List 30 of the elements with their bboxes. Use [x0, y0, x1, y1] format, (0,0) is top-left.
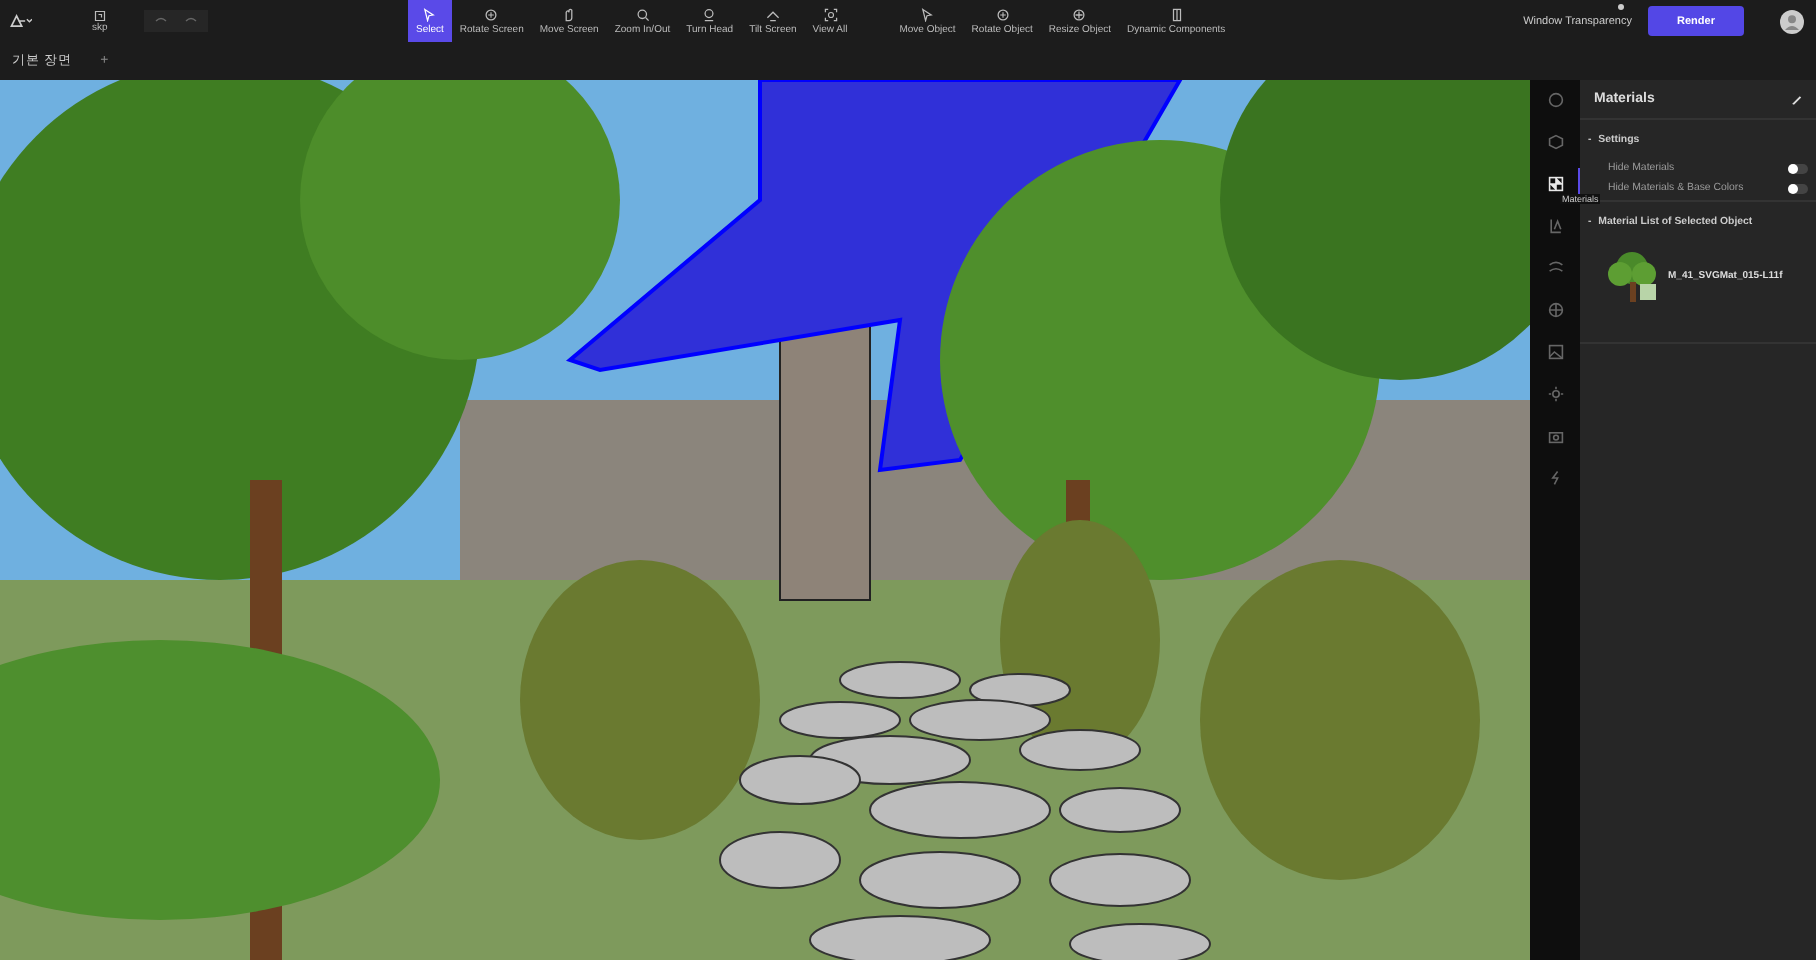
fit-view-icon: [823, 7, 837, 21]
text-icon[interactable]: [1547, 218, 1563, 234]
tilt-icon: [765, 7, 780, 21]
crosshair-icon: [1072, 7, 1087, 21]
globe-icon[interactable]: [1547, 302, 1563, 318]
head-icon: [702, 7, 717, 21]
camera-icon[interactable]: [1547, 428, 1563, 444]
hand-icon: [562, 7, 577, 21]
slider-handle[interactable]: [1618, 3, 1624, 9]
circle-icon[interactable]: [1547, 92, 1563, 108]
sun-icon[interactable]: [1547, 386, 1563, 402]
redo-icon[interactable]: [183, 16, 198, 26]
undo-icon[interactable]: [153, 16, 168, 26]
search-icon: [635, 7, 650, 21]
pencil-icon[interactable]: [1790, 92, 1804, 106]
checker-icon[interactable]: [1547, 176, 1563, 192]
cube-icon[interactable]: [1547, 134, 1563, 150]
toggle-switch[interactable]: [1788, 163, 1808, 173]
file-icon: [93, 9, 106, 21]
wave-icon[interactable]: [1547, 260, 1563, 276]
avatar-icon[interactable]: [1780, 9, 1804, 33]
bolt-icon[interactable]: [1547, 470, 1563, 486]
component-icon: [1169, 7, 1184, 21]
toggle-switch[interactable]: [1788, 183, 1808, 193]
rotate-icon: [995, 7, 1010, 21]
cursor-icon: [920, 7, 935, 21]
rotate-icon: [484, 7, 499, 21]
cursor-icon: [422, 7, 437, 21]
image-icon[interactable]: [1547, 344, 1563, 360]
logo-icon[interactable]: [8, 12, 32, 30]
